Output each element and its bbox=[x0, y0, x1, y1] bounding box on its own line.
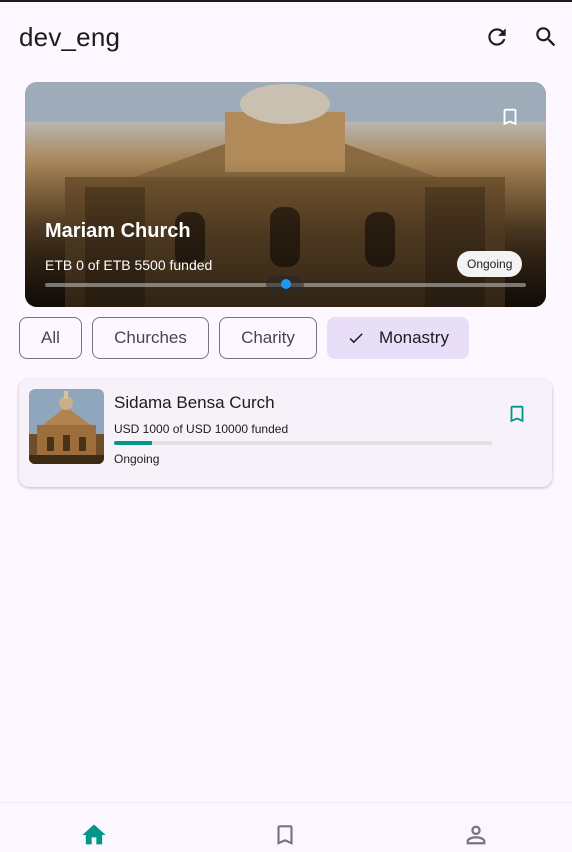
filter-chip-all[interactable]: All bbox=[19, 317, 82, 359]
project-thumbnail bbox=[29, 389, 104, 464]
featured-project-title: Mariam Church bbox=[45, 220, 191, 242]
project-status: Ongoing bbox=[114, 452, 160, 466]
filter-chip-monastry-label: Monastry bbox=[379, 328, 449, 347]
project-list-item[interactable]: Sidama Bensa Curch USD 1000 of USD 10000… bbox=[19, 379, 552, 487]
refresh-icon bbox=[488, 28, 506, 46]
app-title: dev_eng bbox=[19, 22, 121, 52]
project-title: Sidama Bensa Curch bbox=[114, 393, 275, 412]
featured-bookmark-button[interactable] bbox=[495, 102, 525, 132]
nav-saved[interactable] bbox=[265, 821, 305, 851]
featured-status-badge: Ongoing bbox=[457, 251, 523, 277]
bookmark-outline-icon bbox=[277, 825, 293, 845]
carousel-dot-active[interactable] bbox=[281, 279, 291, 289]
refresh-button[interactable] bbox=[477, 17, 517, 57]
filter-chip-charity[interactable]: Charity bbox=[219, 317, 317, 359]
filter-chip-monastry[interactable]: Monastry bbox=[327, 317, 469, 359]
home-icon bbox=[82, 824, 106, 845]
filter-chip-churches[interactable]: Churches bbox=[92, 317, 209, 359]
check-icon bbox=[347, 329, 365, 347]
project-progress-bar bbox=[114, 441, 492, 445]
bookmark-outline-icon bbox=[510, 405, 524, 423]
project-progress-fill bbox=[114, 441, 152, 445]
project-funded-text: USD 1000 of USD 10000 funded bbox=[114, 422, 289, 436]
search-button[interactable] bbox=[526, 17, 566, 57]
featured-funded-text: ETB 0 of ETB 5500 funded bbox=[45, 257, 213, 273]
search-icon bbox=[536, 27, 556, 47]
person-icon bbox=[466, 825, 486, 845]
featured-project-card[interactable]: Mariam Church ETB 0 of ETB 5500 funded O… bbox=[25, 82, 546, 307]
bookmark-outline-icon bbox=[503, 108, 517, 126]
bottom-navigation bbox=[0, 802, 572, 852]
project-bookmark-button[interactable] bbox=[504, 401, 530, 427]
nav-home[interactable] bbox=[74, 821, 114, 851]
app-bar: dev_eng bbox=[0, 2, 572, 72]
nav-profile[interactable] bbox=[456, 821, 496, 851]
